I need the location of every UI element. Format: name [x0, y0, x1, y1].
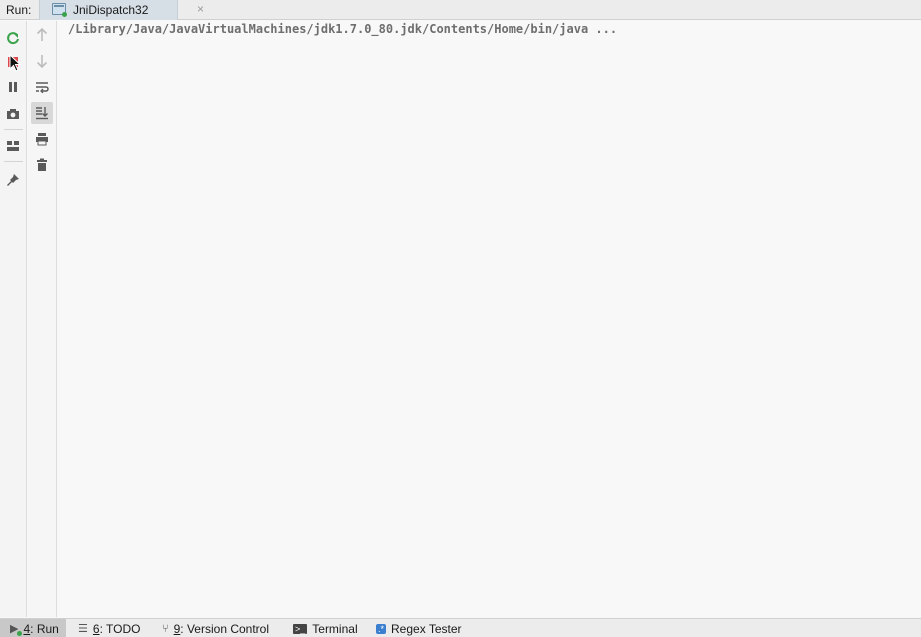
branch-icon: ⑂: [162, 622, 169, 635]
regex-icon: .*: [376, 623, 387, 634]
console-output[interactable]: /Library/Java/JavaVirtualMachines/jdk1.7…: [58, 21, 921, 617]
tab-title: JniDispatch32: [73, 3, 149, 17]
camera-icon: [7, 109, 19, 119]
run-tool-label: : Run: [30, 621, 59, 636]
arrow-up-icon: [36, 28, 48, 41]
todo-tool-label: : TODO: [99, 621, 141, 636]
terminal-icon: >_: [293, 623, 308, 634]
print-icon: [36, 133, 48, 146]
run-tab-jnidispatch32[interactable]: JniDispatch32 ×: [39, 0, 204, 20]
regex-tester-tool-button[interactable]: .* Regex Tester: [376, 619, 462, 637]
pause-button[interactable]: [2, 76, 24, 98]
regex-tool-label: Regex Tester: [391, 621, 462, 636]
clear-all-button[interactable]: [31, 154, 53, 176]
arrow-down-icon: [36, 55, 48, 68]
list-icon: ☰: [78, 623, 88, 635]
pin-tab-button[interactable]: [2, 169, 24, 191]
restore-layout-button[interactable]: [2, 135, 24, 157]
tool-window-bar: ▶ 4 : Run ☰ 6 : TODO ⑂ 9 : Version Contr…: [0, 618, 921, 637]
run-header: Run: JniDispatch32 ×: [0, 0, 921, 20]
soft-wrap-icon: [36, 82, 49, 93]
console-toolbar: [28, 21, 57, 617]
todo-tool-button[interactable]: ☰ 6 : TODO: [78, 619, 140, 637]
pin-icon: [7, 174, 19, 186]
dump-threads-button[interactable]: [2, 103, 24, 125]
pause-icon: [9, 82, 17, 92]
version-control-tool-button[interactable]: ⑂ 9 : Version Control: [162, 619, 269, 637]
rerun-button[interactable]: [2, 27, 24, 49]
soft-wrap-button[interactable]: [31, 76, 53, 98]
layout-icon: [7, 141, 19, 151]
mouse-cursor-icon: [9, 54, 21, 72]
toolbar-separator: [4, 161, 23, 162]
running-indicator-icon: [17, 631, 22, 636]
scroll-to-end-icon: [36, 107, 48, 120]
vcs-tool-number: 9: [173, 621, 181, 636]
vcs-tool-label: : Version Control: [180, 621, 270, 636]
terminal-tool-button[interactable]: >_ Terminal: [293, 619, 358, 637]
toolbar-separator: [4, 129, 23, 130]
run-tool-button[interactable]: ▶ 4 : Run: [0, 619, 66, 637]
trash-icon: [37, 158, 47, 171]
running-indicator-icon: [62, 12, 67, 17]
todo-tool-number: 6: [92, 621, 100, 636]
print-button[interactable]: [31, 128, 53, 150]
run-actions-toolbar: [0, 21, 27, 617]
terminal-tool-label: Terminal: [312, 621, 358, 636]
next-occurrence-button[interactable]: [31, 50, 53, 72]
rerun-icon: [7, 32, 19, 45]
run-label: Run:: [6, 3, 32, 17]
console-command-line: /Library/Java/JavaVirtualMachines/jdk1.7…: [68, 22, 618, 36]
previous-occurrence-button[interactable]: [31, 24, 53, 46]
close-icon[interactable]: ×: [197, 2, 204, 16]
run-tool-window: Run: JniDispatch32 × /Library/Java/JavaV…: [0, 0, 921, 637]
scroll-to-end-button[interactable]: [31, 102, 53, 124]
run-tool-number: 4: [23, 621, 31, 636]
